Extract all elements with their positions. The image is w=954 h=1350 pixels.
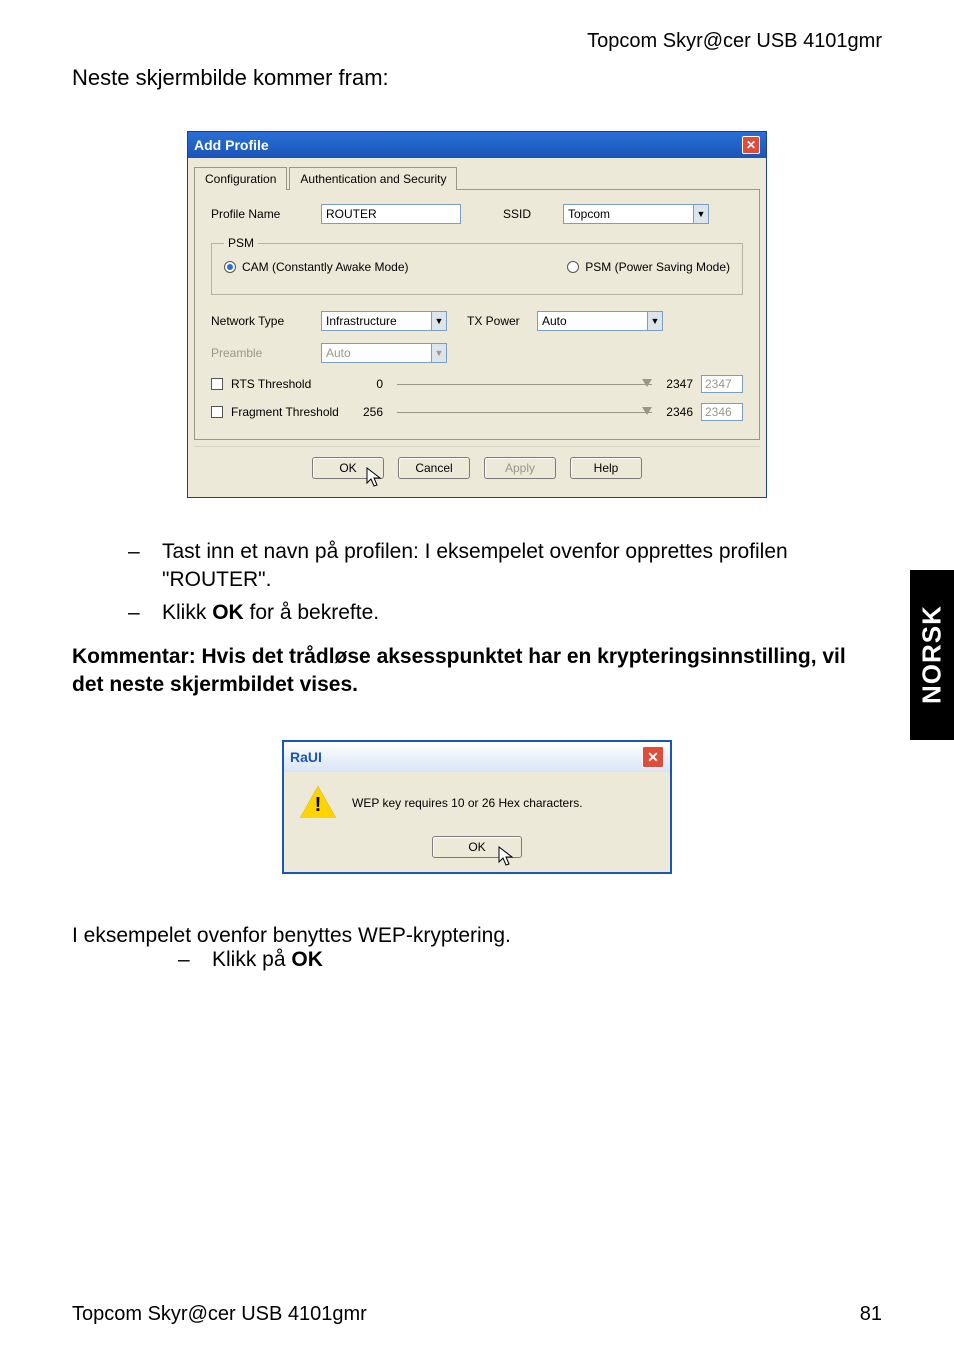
preamble-label: Preamble — [211, 346, 321, 360]
slider-thumb-icon[interactable] — [642, 407, 652, 415]
add-profile-title: Add Profile — [194, 137, 269, 153]
tab-strip: Configuration Authentication and Securit… — [194, 166, 760, 189]
tx-power-label: TX Power — [467, 314, 537, 328]
radio-cam[interactable]: CAM (Constantly Awake Mode) — [224, 260, 409, 274]
network-type-combo[interactable]: ▼ — [321, 311, 447, 331]
apply-button: Apply — [484, 457, 556, 479]
rts-slider[interactable] — [397, 384, 652, 385]
frag-min: 256 — [359, 405, 383, 419]
ssid-input[interactable] — [563, 204, 693, 224]
psm-legend: PSM — [224, 236, 258, 250]
chevron-down-icon[interactable]: ▼ — [693, 204, 709, 224]
tab-auth-security[interactable]: Authentication and Security — [289, 167, 457, 190]
rts-max: 2347 — [666, 377, 693, 391]
network-type-input[interactable] — [321, 311, 431, 331]
alert-body: ! WEP key requires 10 or 26 Hex characte… — [284, 772, 670, 826]
close-icon[interactable]: ✕ — [742, 136, 760, 154]
chevron-down-icon[interactable]: ▼ — [647, 311, 663, 331]
preamble-input — [321, 343, 431, 363]
page-number: 81 — [860, 1303, 882, 1326]
rts-label: RTS Threshold — [231, 377, 351, 391]
radio-cam-label: CAM (Constantly Awake Mode) — [242, 260, 409, 274]
rts-value — [701, 375, 743, 393]
instruction-list-2: Klikk på OK — [72, 948, 882, 972]
slider-thumb-icon[interactable] — [642, 379, 652, 387]
list-item-text: Tast inn et navn på profilen: I eksempel… — [162, 540, 788, 591]
list-item-text: Klikk — [162, 601, 212, 624]
add-profile-titlebar: Add Profile ✕ — [188, 132, 766, 158]
frag-row: Fragment Threshold 256 2346 — [211, 403, 743, 421]
ssid-label: SSID — [503, 207, 563, 221]
radio-psm-label: PSM (Power Saving Mode) — [585, 260, 730, 274]
rts-min: 0 — [359, 377, 383, 391]
preamble-combo: ▼ — [321, 343, 447, 363]
psm-groupbox: PSM CAM (Constantly Awake Mode) PSM (Pow… — [211, 236, 743, 295]
frag-value — [701, 403, 743, 421]
dialog-button-row: OK Cancel Apply Help — [194, 446, 760, 491]
list-item: Klikk på OK — [212, 948, 882, 972]
help-button[interactable]: Help — [570, 457, 642, 479]
list-item: Tast inn et navn på profilen: I eksempel… — [162, 538, 882, 595]
tx-power-combo[interactable]: ▼ — [537, 311, 663, 331]
alert-message: WEP key requires 10 or 26 Hex characters… — [352, 796, 583, 810]
tab-configuration[interactable]: Configuration — [194, 167, 287, 190]
cursor-icon — [498, 846, 516, 868]
list-item-text: for å bekrefte. — [244, 601, 379, 624]
cursor-icon — [366, 467, 384, 489]
chevron-down-icon: ▼ — [431, 343, 447, 363]
profile-name-input[interactable] — [321, 204, 461, 224]
header-product: Topcom Skyr@cer USB 4101gmr — [72, 30, 882, 53]
page-footer: Topcom Skyr@cer USB 4101gmr 81 — [72, 1303, 882, 1326]
rts-row: RTS Threshold 0 2347 — [211, 375, 743, 393]
close-icon[interactable]: ✕ — [642, 746, 664, 768]
intro-text: Neste skjermbilde kommer fram: — [72, 65, 882, 91]
frag-slider[interactable] — [397, 412, 652, 413]
frag-label: Fragment Threshold — [231, 405, 351, 419]
radio-psm-circle — [567, 261, 579, 273]
raui-dialog: RaUI ✕ ! WEP key requires 10 or 26 Hex c… — [282, 740, 672, 874]
radio-cam-circle — [224, 261, 236, 273]
list-item-bold: OK — [212, 601, 244, 624]
ssid-combo[interactable]: ▼ — [563, 204, 709, 224]
network-type-label: Network Type — [211, 314, 321, 328]
tab-body: Profile Name SSID ▼ PSM CAM (Constantly … — [194, 189, 760, 440]
instruction-list-1: Tast inn et navn på profilen: I eksempel… — [72, 538, 882, 627]
list-item-text: Klikk på — [212, 948, 291, 971]
profile-name-label: Profile Name — [211, 207, 321, 221]
language-tab: NORSK — [910, 570, 954, 740]
tx-power-input[interactable] — [537, 311, 647, 331]
cancel-button[interactable]: Cancel — [398, 457, 470, 479]
list-item: Klikk OK for å bekrefte. — [162, 599, 882, 627]
frag-checkbox[interactable] — [211, 406, 223, 418]
raui-title: RaUI — [290, 749, 322, 765]
frag-max: 2346 — [666, 405, 693, 419]
list-item-bold: OK — [291, 948, 323, 971]
comment-note: Kommentar: Hvis det trådløse aksesspunkt… — [72, 643, 882, 700]
add-profile-dialog: Add Profile ✕ Configuration Authenticati… — [187, 131, 767, 498]
rts-checkbox[interactable] — [211, 378, 223, 390]
lower-text: I eksempelet ovenfor benyttes WEP-krypte… — [72, 924, 882, 948]
warning-icon: ! — [300, 786, 336, 820]
footer-product: Topcom Skyr@cer USB 4101gmr — [72, 1303, 367, 1326]
radio-psm[interactable]: PSM (Power Saving Mode) — [567, 260, 730, 274]
chevron-down-icon[interactable]: ▼ — [431, 311, 447, 331]
